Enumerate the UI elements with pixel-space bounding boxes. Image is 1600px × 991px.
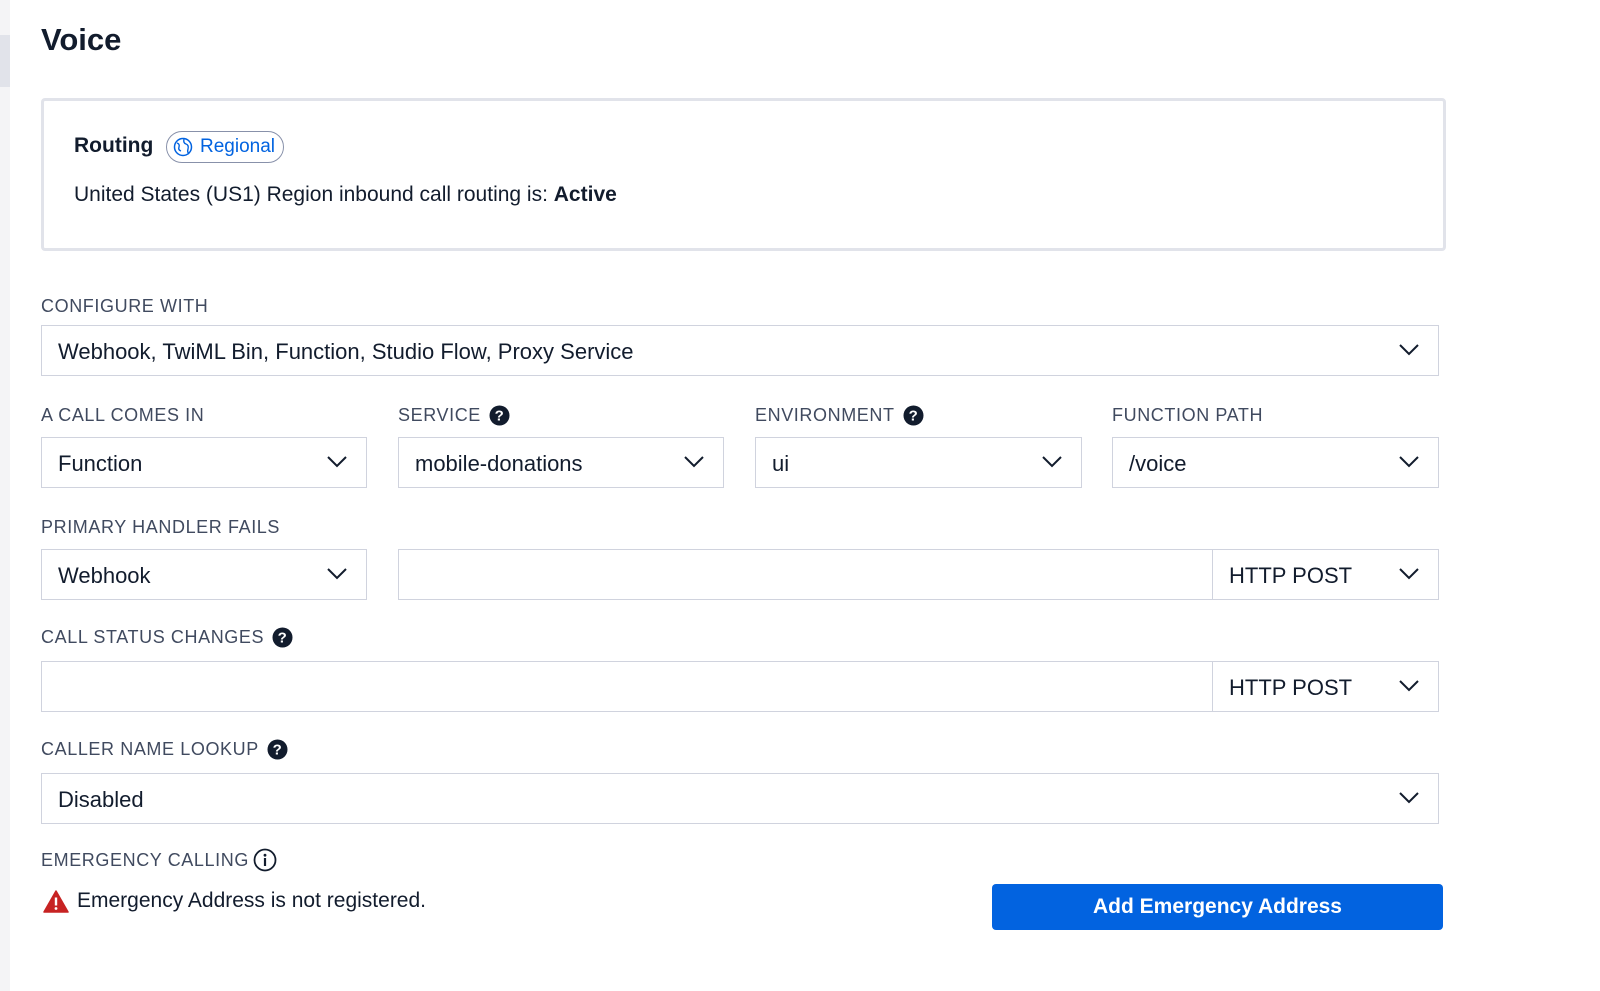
caller-name-label: CALLER NAME LOOKUP ?: [41, 739, 288, 760]
call-comes-in-label: A CALL COMES IN: [41, 405, 204, 426]
environment-label: ENVIRONMENT ?: [755, 405, 924, 426]
chevron-down-icon: [1399, 344, 1419, 356]
help-icon[interactable]: ?: [267, 739, 288, 760]
routing-title: Routing: [74, 134, 154, 157]
page-title: Voice: [41, 22, 122, 57]
call-status-url-input[interactable]: [41, 661, 1214, 712]
routing-status-value: Active: [553, 183, 617, 206]
chevron-down-icon: [684, 456, 704, 468]
service-label: SERVICE ?: [398, 405, 510, 426]
caller-name-select[interactable]: Disabled: [41, 773, 1439, 824]
routing-status-prefix: United States (US1) Region inbound call …: [74, 183, 554, 206]
help-icon[interactable]: ?: [272, 627, 293, 648]
routing-status-text: United States (US1) Region inbound call …: [74, 183, 617, 207]
environment-value: ui: [772, 451, 790, 476]
routing-card: Routing Regional United States (US1) Reg…: [41, 98, 1446, 251]
svg-text:?: ?: [278, 630, 288, 647]
emergency-warning: Emergency Address is not registered.: [43, 889, 426, 913]
help-icon[interactable]: ?: [903, 405, 924, 426]
emergency-warning-text: Emergency Address is not registered.: [77, 889, 427, 912]
globe-icon: [173, 137, 193, 157]
left-panel-scroll-indicator: [0, 35, 10, 87]
configure-with-value: Webhook, TwiML Bin, Function, Studio Flo…: [58, 339, 634, 364]
call-comes-in-value: Function: [58, 451, 143, 476]
service-label-text: SERVICE: [398, 405, 481, 425]
environment-label-text: ENVIRONMENT: [755, 405, 895, 425]
help-icon[interactable]: ?: [489, 405, 510, 426]
chevron-down-icon: [1399, 456, 1419, 468]
service-select[interactable]: mobile-donations: [398, 437, 724, 488]
left-panel-edge: [0, 0, 10, 991]
service-value: mobile-donations: [415, 451, 583, 476]
primary-handler-method-select[interactable]: HTTP POST: [1212, 549, 1439, 600]
call-status-label: CALL STATUS CHANGES ?: [41, 627, 293, 648]
primary-handler-method-value: HTTP POST: [1229, 563, 1353, 588]
call-status-label-text: CALL STATUS CHANGES: [41, 627, 265, 647]
info-icon[interactable]: [253, 848, 277, 872]
warning-icon: [43, 889, 69, 913]
function-path-select[interactable]: /voice: [1112, 437, 1439, 488]
chevron-down-icon: [327, 456, 347, 468]
function-path-value: /voice: [1129, 451, 1187, 476]
primary-handler-type-value: Webhook: [58, 563, 151, 588]
emergency-calling-label-text: EMERGENCY CALLING: [41, 849, 249, 870]
chevron-down-icon: [1399, 568, 1419, 580]
primary-handler-label-text: PRIMARY HANDLER FAILS: [41, 517, 281, 537]
regional-badge: Regional: [166, 131, 284, 163]
call-comes-in-label-text: A CALL COMES IN: [41, 405, 205, 425]
chevron-down-icon: [327, 568, 347, 580]
call-comes-in-select[interactable]: Function: [41, 437, 367, 488]
configure-with-label: CONFIGURE WITH: [41, 296, 208, 317]
caller-name-value: Disabled: [58, 787, 144, 812]
emergency-calling-label: EMERGENCY CALLING: [41, 848, 277, 872]
primary-handler-label: PRIMARY HANDLER FAILS: [41, 517, 280, 538]
call-status-method-select[interactable]: HTTP POST: [1212, 661, 1439, 712]
primary-handler-type-select[interactable]: Webhook: [41, 549, 367, 600]
function-path-label: FUNCTION PATH: [1112, 405, 1263, 426]
environment-select[interactable]: ui: [755, 437, 1082, 488]
svg-text:?: ?: [272, 742, 282, 759]
chevron-down-icon: [1042, 456, 1062, 468]
chevron-down-icon: [1399, 680, 1419, 692]
function-path-label-text: FUNCTION PATH: [1112, 405, 1264, 425]
add-emergency-address-button[interactable]: Add Emergency Address: [992, 884, 1443, 930]
configure-with-label-text: CONFIGURE WITH: [41, 296, 209, 316]
regional-badge-label: Regional: [200, 136, 275, 157]
svg-text:?: ?: [908, 408, 918, 425]
caller-name-label-text: CALLER NAME LOOKUP: [41, 739, 259, 759]
primary-handler-url-input[interactable]: [398, 549, 1214, 600]
svg-text:?: ?: [495, 408, 505, 425]
call-status-method-value: HTTP POST: [1229, 675, 1353, 700]
chevron-down-icon: [1399, 792, 1419, 804]
configure-with-select[interactable]: Webhook, TwiML Bin, Function, Studio Flo…: [41, 325, 1439, 376]
